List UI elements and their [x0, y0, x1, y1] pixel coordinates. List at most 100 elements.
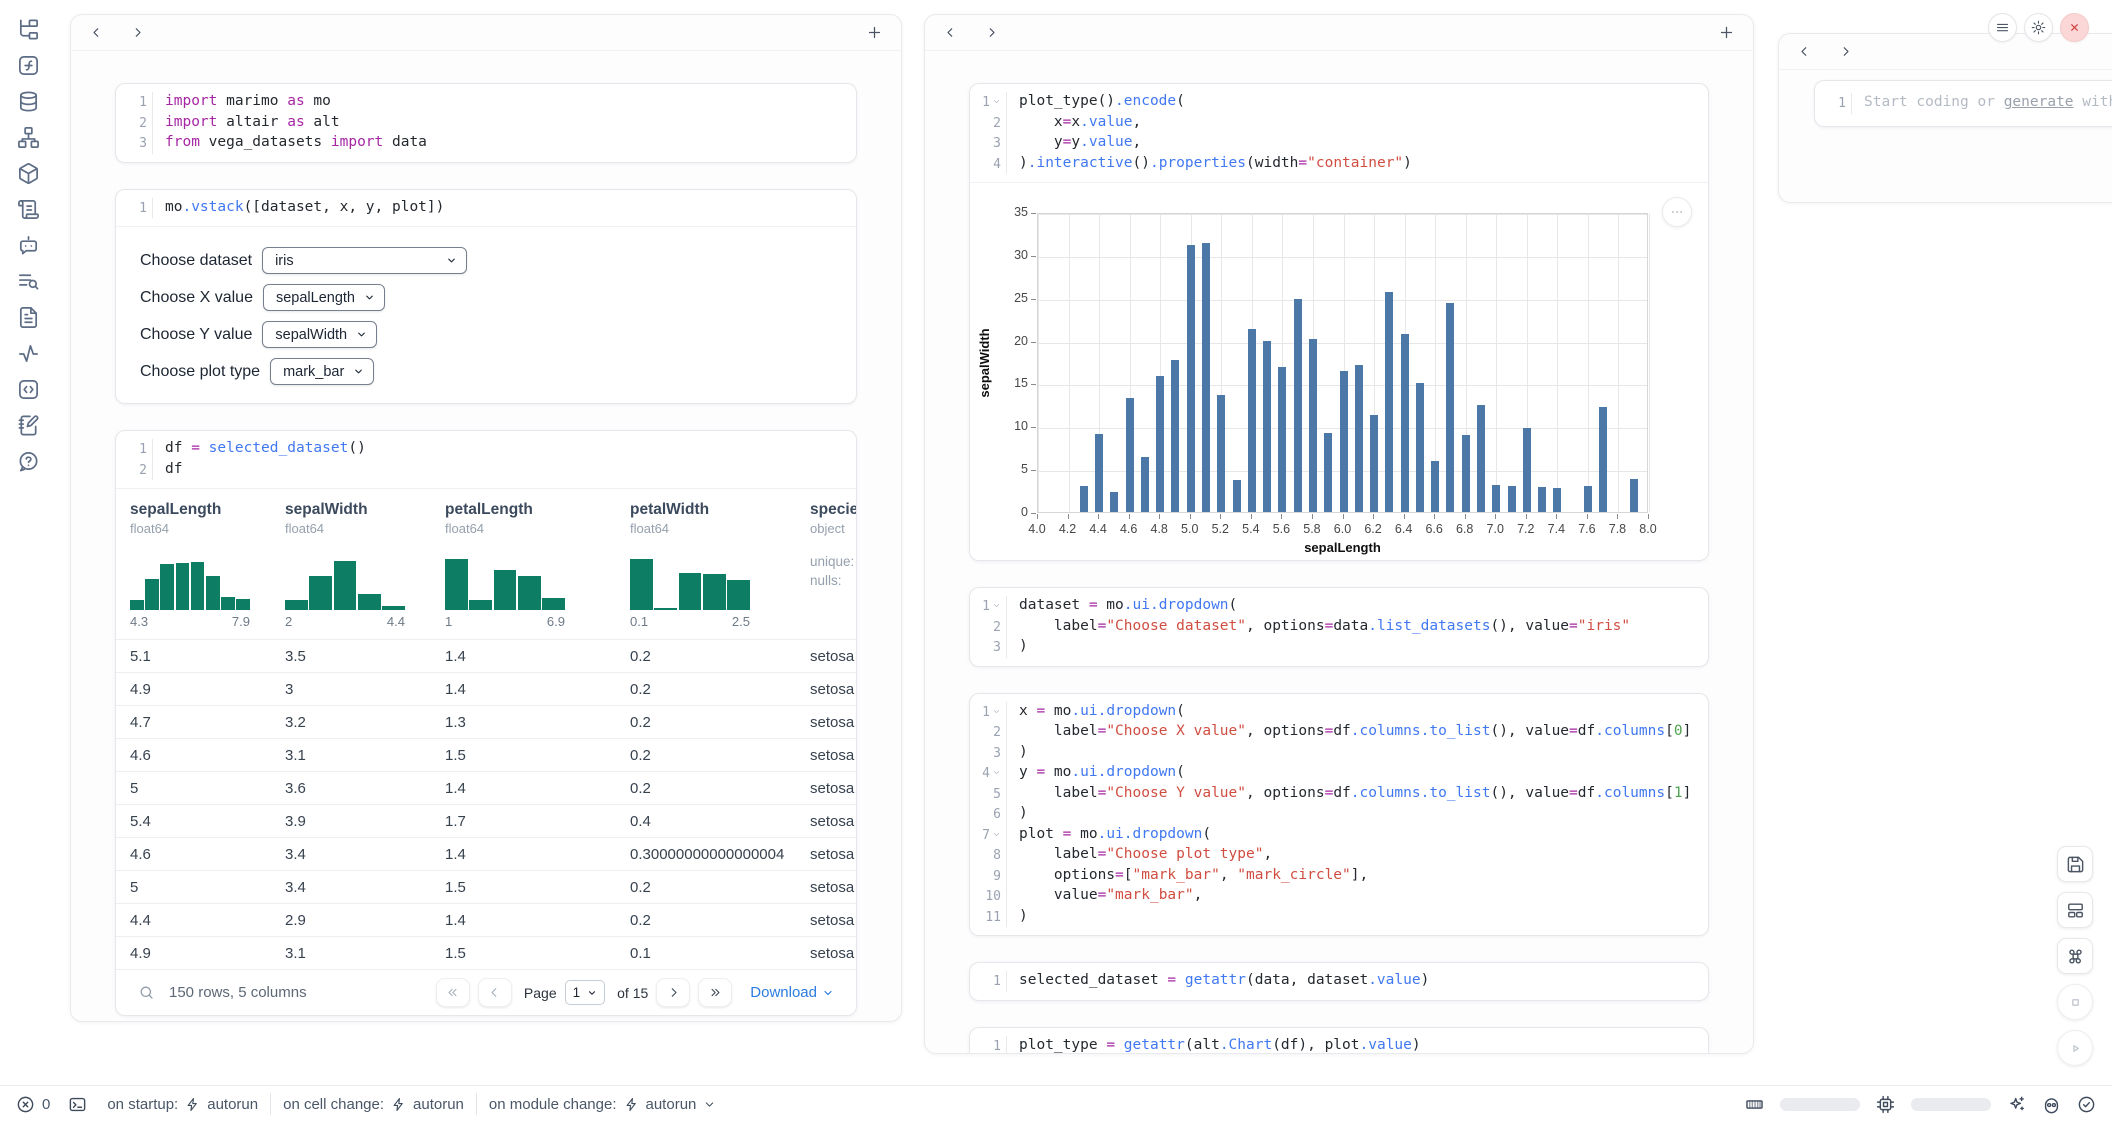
table-row: 4.42.91.40.2setosa	[116, 903, 856, 936]
chart-bar	[1217, 395, 1225, 512]
save-button[interactable]	[2057, 846, 2093, 882]
list-search-icon[interactable]	[17, 270, 40, 293]
form-row: Choose Y valuesepalWidth	[140, 321, 832, 348]
vstack-cell[interactable]: 1mo.vstack([dataset, x, y, plot]) Choose…	[115, 189, 857, 405]
chevron-left-icon[interactable]	[89, 25, 104, 40]
chevron-down-icon	[446, 255, 457, 266]
chart-options-button[interactable]	[1662, 197, 1692, 227]
line-number: 9	[970, 866, 1006, 887]
column-header[interactable]: petalWidthfloat640.12.5	[616, 501, 796, 629]
x-value-select[interactable]: sepalLength	[263, 284, 385, 311]
chevron-right-icon[interactable]	[130, 25, 145, 40]
prev-page-button[interactable]	[478, 978, 512, 1007]
layout-button[interactable]	[2057, 892, 2093, 928]
chart-bar	[1309, 339, 1317, 512]
copilot-icon[interactable]	[2042, 1095, 2061, 1114]
file-tree-icon[interactable]	[17, 18, 40, 41]
add-cell-icon[interactable]	[866, 24, 883, 41]
settings-button[interactable]	[2024, 13, 2053, 42]
fold-chevron-icon[interactable]	[992, 601, 1001, 610]
network-icon[interactable]	[17, 126, 40, 149]
column-header[interactable]: sepalLengthfloat644.37.9	[116, 501, 271, 629]
help-chat-icon[interactable]	[17, 450, 40, 473]
form-row: Choose plot typemark_bar	[140, 358, 832, 385]
chart-bar	[1171, 360, 1179, 512]
runtime-setting[interactable]: on module change:autorun	[489, 1096, 716, 1113]
code-editor[interactable]: 1plot_type().encode(2 x=x.value,3 y=y.va…	[970, 84, 1708, 182]
column-header[interactable]: speciesobjectunique:nulls:	[796, 501, 857, 629]
code-editor[interactable]: 1x = mo.ui.dropdown(2 label="Choose X va…	[970, 694, 1708, 936]
code-line: 8 label="Choose plot type",	[970, 845, 1708, 866]
code-editor[interactable]: 1import marimo as mo2import altair as al…	[116, 84, 856, 162]
y-value-select[interactable]: sepalWidth	[262, 321, 377, 348]
stop-button[interactable]	[2057, 984, 2093, 1020]
code-editor[interactable]: 1mo.vstack([dataset, x, y, plot])	[116, 190, 856, 227]
table-footer: 150 rows, 5 columns Page 1 of 15	[116, 969, 856, 1015]
last-page-button[interactable]	[698, 978, 732, 1007]
table-row: 5.43.91.70.4setosa	[116, 804, 856, 837]
empty-cell[interactable]: 1 Start coding or generate with AI	[1814, 80, 2112, 127]
next-page-button[interactable]	[656, 978, 690, 1007]
package-icon[interactable]	[17, 162, 40, 185]
code-line: 6)	[970, 804, 1708, 825]
code-editor[interactable]: 1dataset = mo.ui.dropdown(2 label="Choos…	[970, 588, 1708, 666]
function-square-icon[interactable]	[17, 54, 40, 77]
plot-type-select[interactable]: mark_bar	[270, 358, 374, 385]
column-header[interactable]: sepalWidthfloat6424.4	[271, 501, 431, 629]
code-editor[interactable]: 1plot_type = getattr(alt.Chart(df), plot…	[970, 1028, 1708, 1055]
scroll-text-icon[interactable]	[17, 198, 40, 221]
download-button[interactable]: Download	[750, 984, 834, 1001]
connection-status-icon[interactable]	[2077, 1095, 2096, 1114]
code-line: 1df = selected_dataset()	[116, 439, 856, 460]
chart-bar	[1370, 415, 1378, 512]
errors-icon[interactable]	[16, 1095, 35, 1114]
fold-chevron-icon[interactable]	[992, 830, 1001, 839]
code-line: 3 y=y.value,	[970, 133, 1708, 154]
terminal-icon[interactable]	[68, 1095, 87, 1114]
file-text-icon[interactable]	[17, 306, 40, 329]
dataset-dropdown-cell[interactable]: 1dataset = mo.ui.dropdown(2 label="Choos…	[969, 587, 1709, 667]
plot-type-cell[interactable]: 1plot_type = getattr(alt.Chart(df), plot…	[969, 1027, 1709, 1055]
chevron-right-icon[interactable]	[1838, 44, 1853, 59]
column-histogram	[285, 548, 405, 610]
dataframe-cell[interactable]: 1df = selected_dataset()2df sepalLengthf…	[115, 430, 857, 1016]
chevron-left-icon[interactable]	[1797, 44, 1812, 59]
fold-chevron-icon[interactable]	[992, 707, 1001, 716]
dropdown-form-output: Choose datasetirisChoose X valuesepalLen…	[116, 226, 856, 403]
search-icon[interactable]	[138, 984, 155, 1001]
lightning-icon	[391, 1097, 406, 1112]
xy-plot-dropdowns-cell[interactable]: 1x = mo.ui.dropdown(2 label="Choose X va…	[969, 693, 1709, 937]
bot-chat-icon[interactable]	[17, 234, 40, 257]
menu-button[interactable]	[1988, 13, 2017, 42]
code-editor[interactable]: 1df = selected_dataset()2df	[116, 431, 856, 488]
runtime-setting[interactable]: on cell change:autorun	[283, 1096, 464, 1113]
selected-dataset-cell[interactable]: 1selected_dataset = getattr(data, datase…	[969, 962, 1709, 1001]
first-page-button[interactable]	[436, 978, 470, 1007]
code-placeholder[interactable]: Start coding or generate with AI	[1851, 93, 2112, 114]
chevron-left-icon[interactable]	[943, 25, 958, 40]
close-button[interactable]	[2060, 13, 2089, 42]
chart-bar	[1508, 486, 1516, 512]
code-editor[interactable]: 1selected_dataset = getattr(data, datase…	[970, 963, 1708, 1000]
ai-sparkles-icon[interactable]	[2007, 1095, 2026, 1114]
snippet-code-icon[interactable]	[17, 378, 40, 401]
add-cell-icon[interactable]	[1718, 24, 1735, 41]
fold-chevron-icon[interactable]	[992, 97, 1001, 106]
page-select[interactable]: 1	[565, 980, 606, 1005]
activity-icon[interactable]	[17, 342, 40, 365]
chevron-right-icon[interactable]	[984, 25, 999, 40]
page-label: Page	[524, 985, 557, 1001]
fold-chevron-icon[interactable]	[992, 768, 1001, 777]
column-header[interactable]: petalLengthfloat6416.9	[431, 501, 616, 629]
line-number: 1	[970, 92, 1006, 113]
plot-cell[interactable]: 1plot_type().encode(2 x=x.value,3 y=y.va…	[969, 83, 1709, 561]
imports-cell[interactable]: 1import marimo as mo2import altair as al…	[115, 83, 857, 163]
run-button[interactable]	[2057, 1030, 2093, 1066]
database-icon[interactable]	[17, 90, 40, 113]
chevron-down-icon	[587, 988, 597, 998]
dataset-select[interactable]: iris	[262, 247, 467, 274]
chart-bar	[1141, 457, 1149, 512]
runtime-setting[interactable]: on startup:autorun	[107, 1096, 258, 1113]
command-palette-button[interactable]	[2057, 938, 2093, 974]
notebook-pen-icon[interactable]	[17, 414, 40, 437]
